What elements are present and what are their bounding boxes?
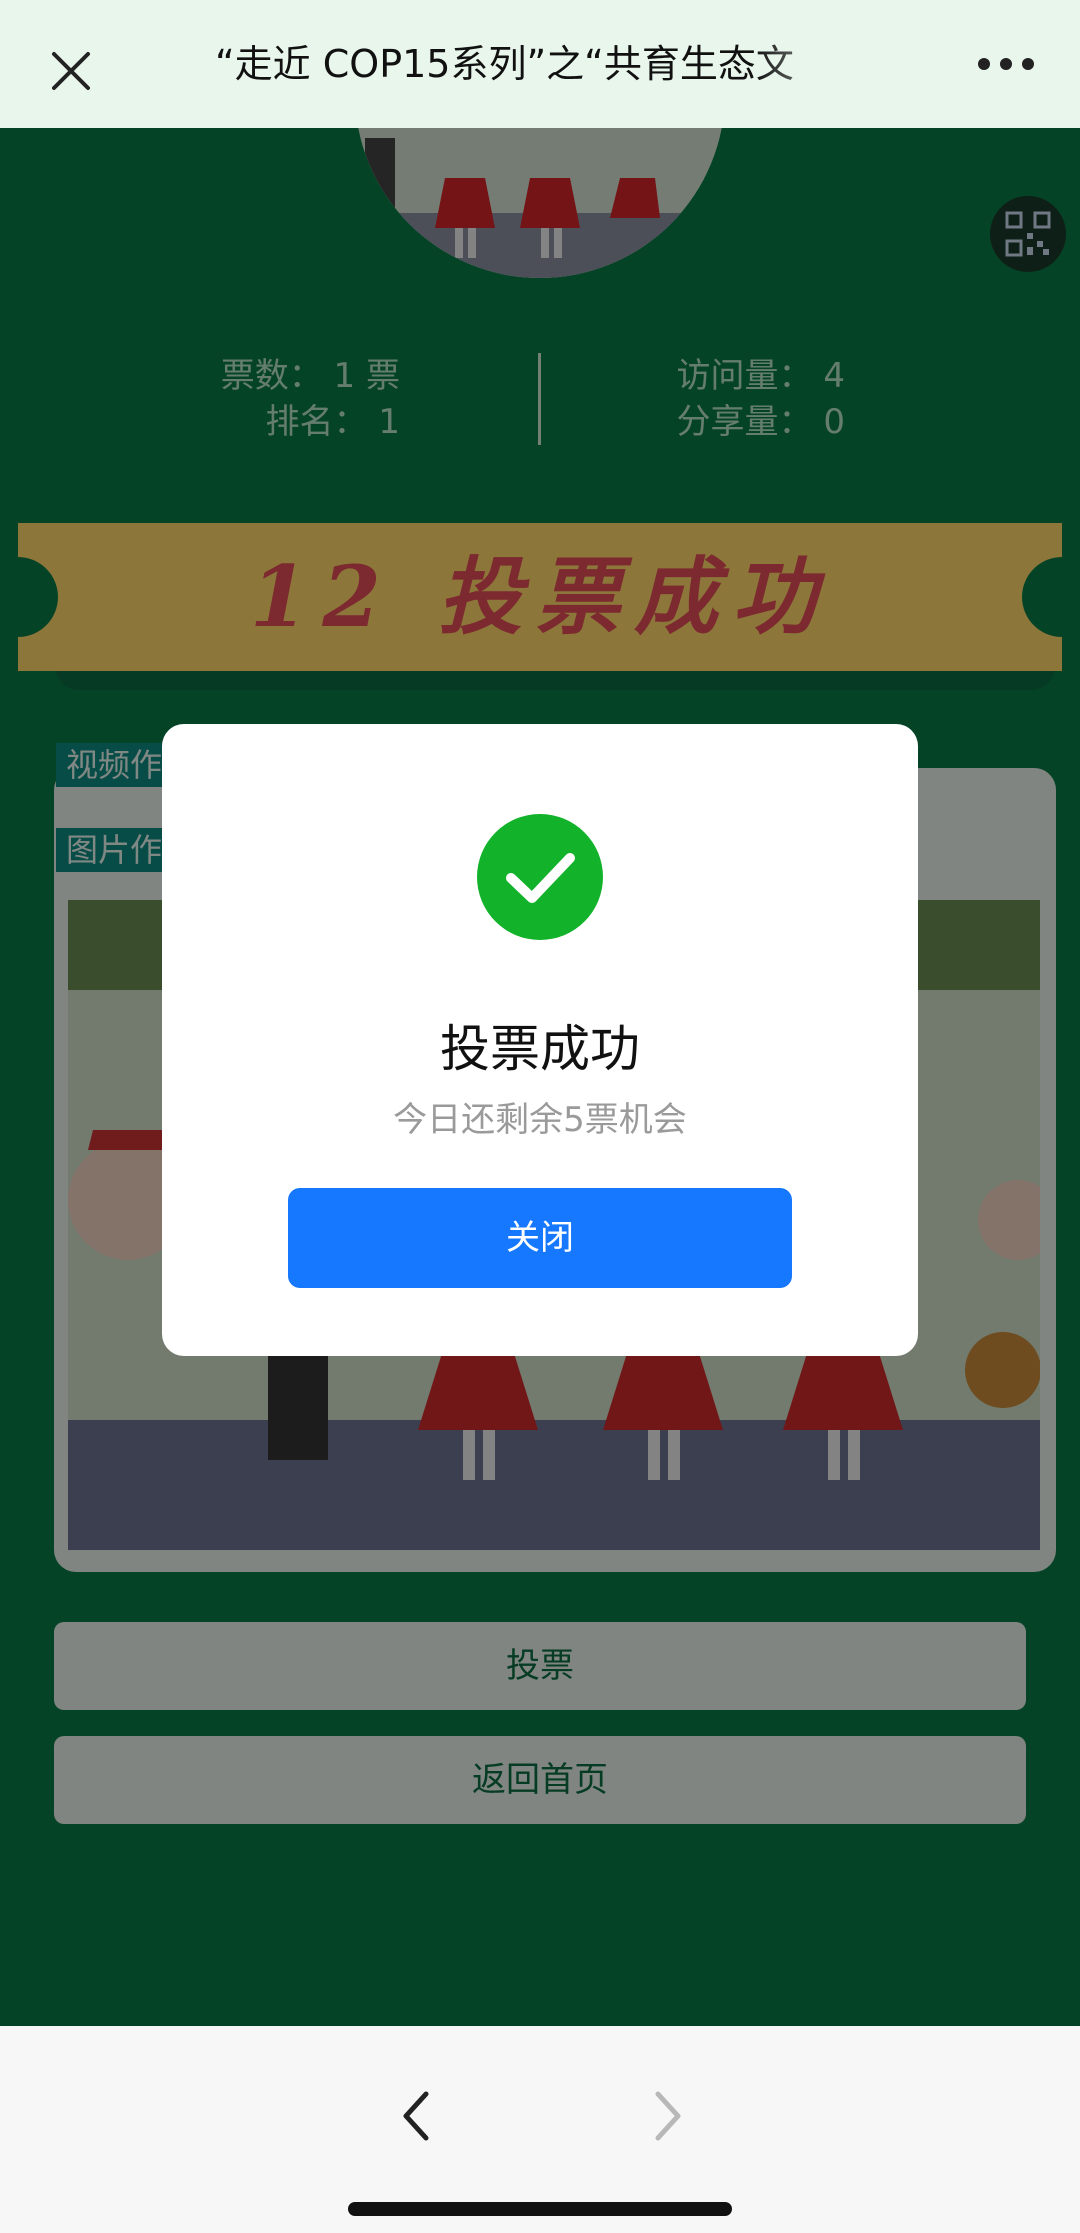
browser-bottom-toolbar	[0, 2026, 1080, 2233]
chevron-left-icon[interactable]	[396, 2086, 436, 2146]
dialog-title: 投票成功	[440, 1020, 640, 1078]
success-check-icon	[477, 814, 603, 940]
close-icon[interactable]	[44, 44, 98, 98]
more-icon[interactable]	[976, 52, 1036, 76]
top-nav-bar: “走近 COP15系列”之“共育生态文	[0, 0, 1080, 128]
vote-success-dialog: 投票成功 今日还剩余5票机会 关闭	[162, 724, 918, 1356]
dialog-close-button[interactable]: 关闭	[288, 1188, 792, 1288]
page-title: “走近 COP15系列”之“共育生态文	[215, 0, 875, 128]
chevron-right-icon[interactable]	[648, 2086, 688, 2146]
home-indicator	[348, 2202, 732, 2216]
dialog-subtitle: 今日还剩余5票机会	[393, 1100, 687, 1140]
